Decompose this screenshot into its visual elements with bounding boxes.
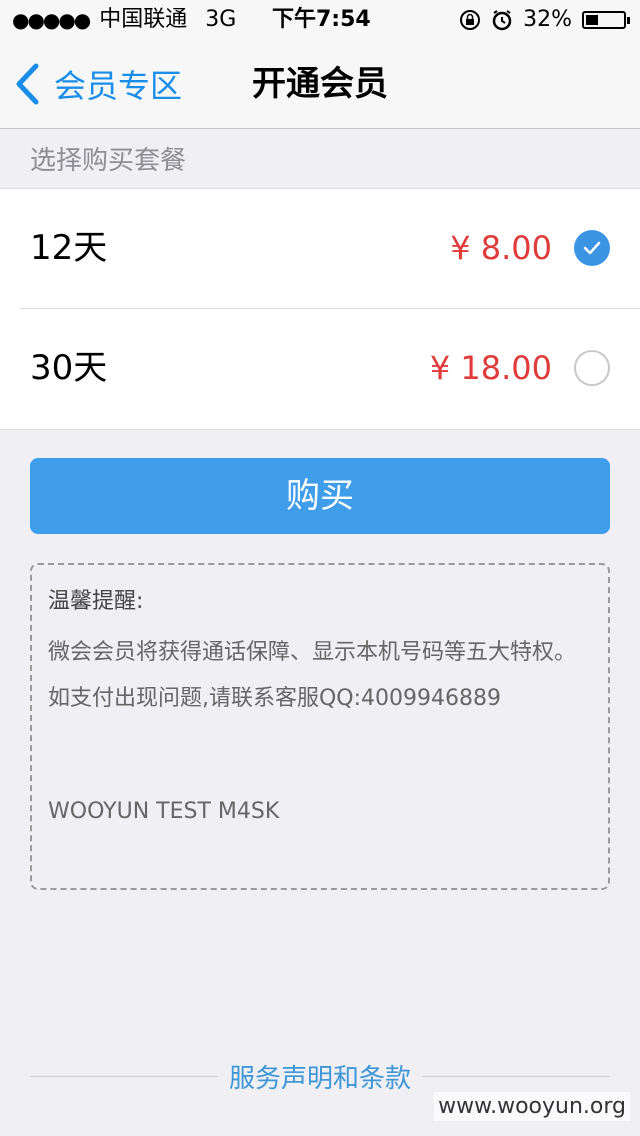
plan-name: 12天 (30, 228, 108, 268)
rotation-lock-icon (459, 9, 481, 31)
plan-name: 30天 (30, 348, 108, 388)
carrier-name: 中国联通 (99, 7, 188, 32)
navigation-bar: 开通会员 会员专区 (0, 40, 640, 129)
plan-option-30-days[interactable]: 30天 ¥ 18.00 (20, 308, 640, 428)
status-right: 32% (459, 0, 630, 40)
notice-title: 温馨提醒: (48, 589, 144, 614)
terms-link[interactable]: 服务声明和条款 (0, 1058, 640, 1095)
watermark: www.wooyun.org (434, 1092, 630, 1121)
notice-paragraph-support: 如支付出现问题,请联系客服QQ:4009946889 (48, 686, 502, 711)
checkmark-icon[interactable] (574, 230, 610, 266)
signal-strength-icon: ●●●●● (12, 8, 91, 32)
notice-box: 温馨提醒: 微会会员将获得通话保障、显示本机号码等五大特权。 如支付出现问题,请… (30, 563, 610, 890)
battery-icon (582, 11, 630, 29)
plan-list: 12天 ¥ 8.00 30天 ¥ 18.00 (0, 188, 640, 430)
notice-paragraph-privileges: 微会会员将获得通话保障、显示本机号码等五大特权。 (48, 640, 577, 665)
back-label: 会员专区 (54, 67, 183, 105)
battery-level (586, 15, 598, 25)
alarm-icon (491, 9, 513, 31)
status-time: 下午7:54 (272, 7, 371, 32)
radio-unselected-icon[interactable] (574, 350, 610, 386)
plan-price: ¥ 8.00 (450, 229, 552, 267)
notice-paragraph-test: WOOYUN TEST M4SK (48, 799, 280, 824)
battery-percent: 32% (523, 7, 572, 32)
status-bar: ●●●●● 中国联通 3G 下午7:54 32% (0, 0, 640, 40)
network-type: 3G (205, 7, 237, 32)
chevron-left-icon (16, 63, 39, 105)
buy-button[interactable]: 购买 (30, 458, 610, 534)
plan-price: ¥ 18.00 (429, 349, 552, 387)
status-left: ●●●●● 中国联通 3G (12, 0, 236, 40)
back-button[interactable]: 会员专区 (14, 60, 182, 108)
battery-tip (627, 17, 630, 24)
section-header: 选择购买套餐 (30, 146, 187, 176)
plan-option-12-days[interactable]: 12天 ¥ 8.00 (0, 189, 640, 308)
